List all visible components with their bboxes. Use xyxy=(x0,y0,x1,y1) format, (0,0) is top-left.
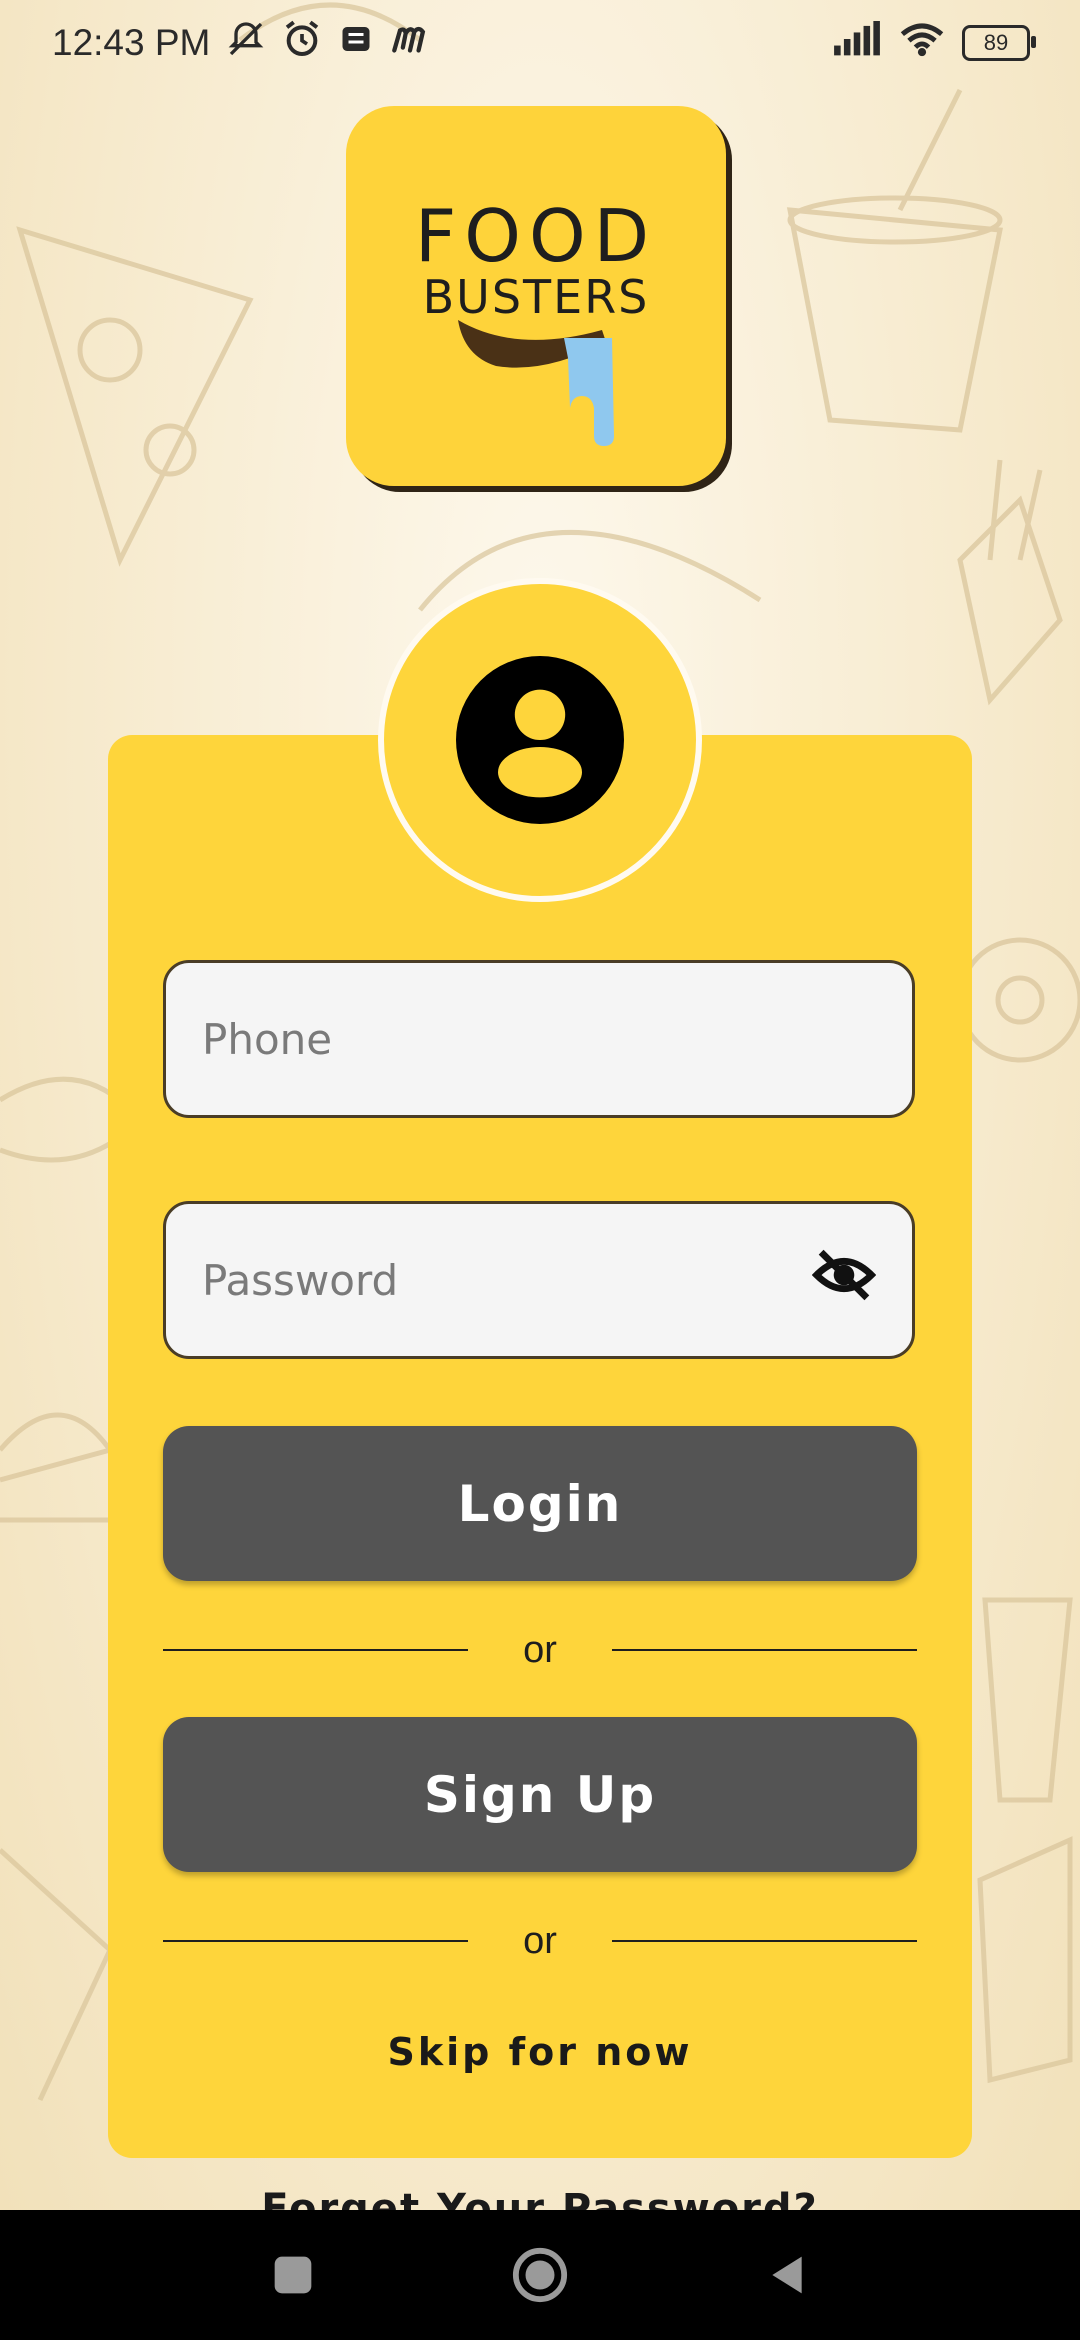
alarm-icon xyxy=(282,19,322,68)
message-icon xyxy=(338,21,374,66)
phone-input[interactable]: Phone xyxy=(163,960,915,1118)
m-app-icon xyxy=(390,21,430,66)
login-button[interactable]: Login xyxy=(163,1426,917,1581)
food-busters-logo: FOOD BUSTERS xyxy=(346,106,726,486)
home-circle-icon xyxy=(512,2247,568,2303)
divider-line xyxy=(163,1649,468,1651)
divider-line xyxy=(611,1649,917,1651)
divider-line xyxy=(163,1940,468,1942)
recents-button[interactable] xyxy=(253,2235,333,2315)
or-label: or xyxy=(523,1919,557,1962)
back-triangle-icon xyxy=(771,2256,802,2294)
logo-drip-graphic xyxy=(458,320,614,446)
phone-placeholder: Phone xyxy=(202,1014,333,1064)
square-icon xyxy=(274,2256,312,2294)
account-circle-icon xyxy=(456,656,624,824)
status-time: 12:43 PM xyxy=(52,22,211,63)
home-button[interactable] xyxy=(500,2235,580,2315)
signal-icon xyxy=(832,20,882,66)
wifi-icon xyxy=(898,21,946,66)
sign-up-button[interactable]: Sign Up xyxy=(163,1717,917,1872)
eye-off-icon[interactable] xyxy=(811,1247,877,1313)
or-label: or xyxy=(523,1628,557,1671)
password-input[interactable]: Password xyxy=(163,1201,915,1359)
or-divider: or xyxy=(163,1911,917,1971)
or-divider: or xyxy=(163,1620,917,1680)
mute-icon xyxy=(226,19,266,68)
divider-line xyxy=(611,1940,917,1942)
battery-indicator: 89 xyxy=(962,25,1036,61)
avatar xyxy=(378,578,702,902)
skip-for-now-link[interactable]: Skip for now xyxy=(108,2030,972,2074)
navigation-bar xyxy=(0,2210,1080,2340)
status-bar: 12:43 PM 89 xyxy=(0,0,1080,86)
password-placeholder: Password xyxy=(202,1255,399,1305)
back-button[interactable] xyxy=(747,2235,827,2315)
